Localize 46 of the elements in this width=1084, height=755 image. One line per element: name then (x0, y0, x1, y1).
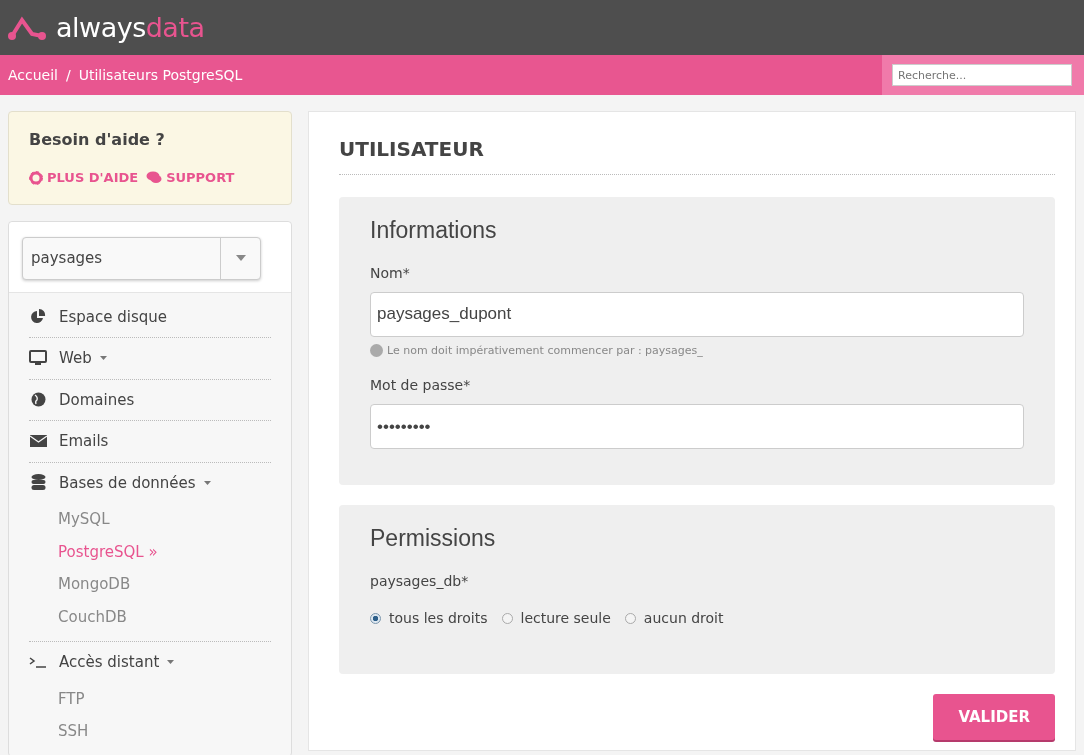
submit-button[interactable]: VALIDER (933, 693, 1055, 741)
chat-icon (146, 171, 163, 185)
sidebar-item[interactable]: Espace disque (29, 296, 271, 337)
field-label: Nom* (370, 263, 411, 283)
sidebar-subitem[interactable]: MySQL (9, 503, 291, 536)
radio-label: tous les droits (389, 608, 488, 628)
breadcrumb-separator: / (66, 65, 71, 85)
help-link[interactable]: PLUS D'AIDE (29, 168, 139, 188)
search-field[interactable]: Recherche... (892, 64, 1072, 86)
sidebar-subitem[interactable]: FTP (9, 682, 291, 715)
sidebar-subitem[interactable]: CouchDB (9, 600, 291, 633)
globe-icon (30, 392, 46, 408)
section-title: Informations (370, 217, 498, 245)
sidebar-item[interactable]: Domaines (29, 378, 271, 420)
sidebar-subitem[interactable]: SSH (9, 715, 291, 748)
sidebar-item[interactable]: Accès distant (29, 641, 271, 683)
lifebuoy-icon (29, 170, 43, 185)
sidebar-item[interactable]: Emails (29, 420, 271, 462)
radio-label: aucun droit (643, 608, 724, 628)
brand-logo[interactable]: alwaysdata (56, 14, 205, 41)
account-select[interactable]: paysages (22, 236, 261, 280)
help-title: Besoin d'aide ? (29, 129, 166, 151)
envelope-icon (29, 435, 47, 448)
field-label: Mot de passe* (370, 376, 472, 396)
field-label: paysages_db* (370, 571, 470, 591)
radio-button[interactable] (370, 612, 381, 624)
monitor-icon (29, 350, 47, 367)
radio-button[interactable] (624, 612, 636, 624)
name-field[interactable]: paysages_dupont (370, 291, 1024, 337)
pie-chart-icon (30, 308, 46, 325)
breadcrumb-link[interactable]: Accueil (8, 64, 58, 86)
database-icon (30, 474, 46, 492)
page-title: UTILISATEUR (339, 134, 1055, 175)
radio-label: lecture seule (520, 608, 611, 628)
terminal-icon (29, 656, 47, 669)
section-title: Permissions (370, 525, 497, 553)
help-link[interactable]: SUPPORT (146, 168, 235, 188)
sidebar-item[interactable]: Web (29, 337, 271, 379)
password-field[interactable]: ••••••••• (370, 404, 1024, 450)
caret-icon (235, 255, 246, 261)
radio-button[interactable] (501, 612, 513, 624)
sidebar-subitem[interactable]: PostgreSQL » (9, 535, 291, 568)
sidebar-item[interactable]: Bases de données (29, 461, 271, 503)
sidebar-subitem[interactable]: MongoDB (9, 568, 291, 601)
breadcrumb-link[interactable]: Utilisateurs PostgreSQL (78, 64, 243, 86)
field-hint: Le nom doit impérativement commencer par : paysages_ (387, 342, 703, 359)
